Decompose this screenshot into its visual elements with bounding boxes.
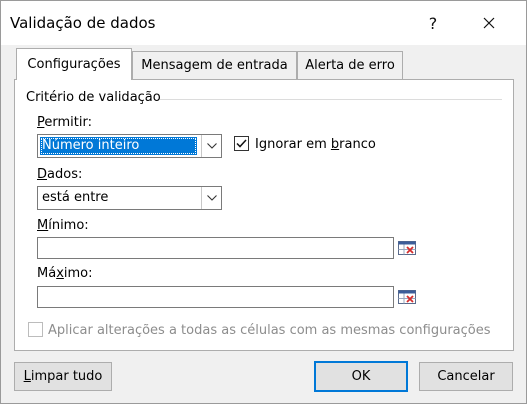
validation-criteria-heading: Critério de validação <box>26 90 165 105</box>
tab-settings[interactable]: Configurações <box>16 48 132 80</box>
tab-input-message[interactable]: Mensagem de entrada <box>132 51 297 79</box>
data-dropdown-value: está entre <box>42 190 109 205</box>
close-icon <box>483 17 495 29</box>
cancel-button[interactable]: Cancelar <box>419 362 513 391</box>
chevron-down-icon <box>206 195 217 201</box>
range-select-icon <box>398 290 416 304</box>
maximum-input[interactable] <box>37 286 394 308</box>
clear-all-mnemonic: L <box>23 369 31 384</box>
ignore-blank-post: ranco <box>339 137 376 152</box>
data-label: Dados: <box>37 167 82 182</box>
apply-to-all-checkbox[interactable] <box>28 322 43 337</box>
maximum-label-mnemonic: x <box>56 266 64 281</box>
ok-button-label: OK <box>351 369 371 384</box>
settings-panel: Critério de validação Permitir: Número i… <box>14 79 514 351</box>
minimum-label-rest: ínimo: <box>48 218 89 233</box>
checkmark-icon <box>236 139 247 148</box>
data-validation-dialog: Validação de dados ? Configurações Mensa… <box>0 0 527 404</box>
data-dropdown[interactable]: está entre <box>37 186 222 210</box>
help-icon: ? <box>428 13 438 33</box>
ignore-blank-mnemonic: b <box>330 137 340 152</box>
ignore-blank-label[interactable]: Ignorar em branco <box>255 137 376 152</box>
data-label-mnemonic: D <box>37 167 48 182</box>
allow-dropdown-value: Número inteiro <box>40 137 197 155</box>
close-button[interactable] <box>469 7 509 39</box>
tab-error-alert-label: Alerta de erro <box>305 58 395 73</box>
help-button[interactable]: ? <box>413 7 453 39</box>
range-select-icon <box>398 241 416 255</box>
data-dropdown-arrow[interactable] <box>201 187 221 209</box>
allow-dropdown[interactable]: Número inteiro <box>37 134 222 158</box>
tab-error-alert[interactable]: Alerta de erro <box>297 51 403 79</box>
ignore-blank-pre: Ignorar em <box>255 137 331 152</box>
ignore-blank-checkbox[interactable] <box>234 136 249 151</box>
maximum-label-rest: imo: <box>63 266 93 281</box>
cancel-button-label: Cancelar <box>437 369 495 384</box>
ok-button[interactable]: OK <box>314 361 408 392</box>
minimum-label: Mínimo: <box>37 218 89 233</box>
clear-all-label-rest: impar tudo <box>30 369 103 384</box>
allow-dropdown-arrow[interactable] <box>201 135 221 157</box>
group-divider <box>160 99 502 100</box>
minimum-label-mnemonic: M <box>37 218 49 233</box>
chevron-down-icon <box>206 143 217 149</box>
dialog-title: Validação de dados <box>10 14 156 32</box>
clear-all-button[interactable]: Limpar tudo <box>14 362 112 391</box>
maximum-range-picker-button[interactable] <box>396 287 418 307</box>
minimum-range-picker-button[interactable] <box>396 238 418 258</box>
data-label-rest: ados: <box>47 167 83 182</box>
allow-label: Permitir: <box>37 115 92 130</box>
tab-input-message-label: Mensagem de entrada <box>141 58 288 73</box>
allow-label-rest: ermitir: <box>44 115 92 130</box>
maximum-label-pre: Má <box>37 266 57 281</box>
maximum-label: Máximo: <box>37 266 93 281</box>
title-bar: Validação de dados ? <box>1 1 526 45</box>
minimum-input[interactable] <box>37 237 394 259</box>
apply-to-all-label: Aplicar alterações a todas as células co… <box>48 323 491 338</box>
tab-settings-label: Configurações <box>27 57 121 72</box>
